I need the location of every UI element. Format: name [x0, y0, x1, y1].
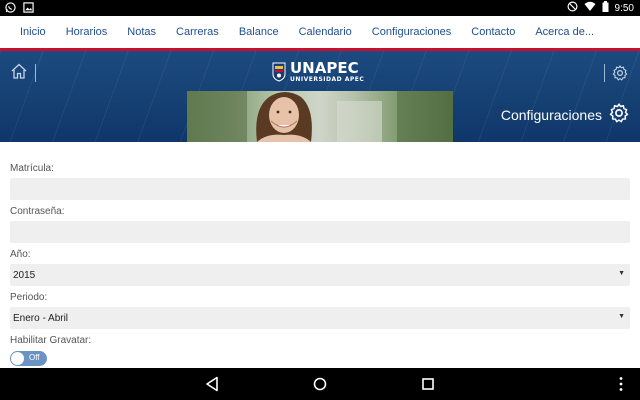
period-value: Enero - Abril: [13, 312, 69, 324]
banner-photo: [187, 91, 453, 142]
battery-icon: [602, 1, 609, 15]
matricula-input[interactable]: [13, 178, 630, 200]
unapec-logo: UNAPEC UNIVERSIDAD APEC: [272, 59, 372, 85]
nav-item-carreras[interactable]: Carreras: [166, 26, 229, 38]
nav-item-acerca[interactable]: Acerca de...: [525, 26, 604, 38]
home-divider: [35, 64, 36, 82]
nav-item-configuraciones[interactable]: Configuraciones: [362, 26, 462, 38]
page-title: Configuraciones: [500, 102, 630, 129]
nav-item-contacto[interactable]: Contacto: [461, 26, 525, 38]
password-input[interactable]: [13, 221, 630, 243]
do-not-disturb-icon: [567, 1, 578, 15]
gravatar-label: Habilitar Gravatar:: [10, 335, 92, 346]
settings-gear-icon: [608, 102, 630, 129]
home-button[interactable]: [10, 63, 36, 83]
page-header: UNAPEC UNIVERSIDAD APEC Configuraciones: [0, 51, 640, 142]
wifi-icon: [584, 1, 596, 15]
logo-title: UNAPEC: [290, 59, 359, 77]
page-title-text: Configuraciones: [500, 107, 602, 123]
system-nav-bar: [0, 368, 640, 400]
recents-icon[interactable]: [421, 376, 435, 397]
nav-item-calendario[interactable]: Calendario: [289, 26, 362, 38]
settings-divider: [604, 64, 605, 82]
year-label: Año:: [10, 249, 31, 260]
status-bar: 9:50: [0, 0, 640, 16]
nav-item-horarios[interactable]: Horarios: [56, 26, 118, 38]
password-field[interactable]: [10, 221, 630, 243]
period-label: Periodo:: [10, 292, 48, 303]
more-icon[interactable]: [618, 376, 624, 397]
period-select[interactable]: Enero - Abril ▼: [10, 307, 630, 329]
nav-item-notas[interactable]: Notas: [117, 26, 166, 38]
toggle-knob: [11, 352, 24, 365]
nav-item-inicio[interactable]: Inicio: [10, 26, 56, 38]
gear-icon: [611, 64, 629, 87]
home-icon: [10, 63, 28, 84]
year-value: 2015: [13, 269, 36, 281]
toggle-state-label: Off: [29, 353, 40, 362]
settings-button[interactable]: [604, 63, 630, 83]
gravatar-toggle[interactable]: Off: [10, 351, 47, 366]
clock: 9:50: [614, 2, 634, 14]
password-label: Contraseña:: [10, 206, 65, 217]
app-screen: 9:50 Inicio Horarios Notas Carreras Bala…: [0, 0, 640, 400]
back-icon[interactable]: [205, 376, 219, 397]
university-crest-icon: [272, 62, 286, 82]
home-circle-icon[interactable]: [313, 376, 327, 397]
image-icon: [23, 2, 34, 16]
year-select[interactable]: 2015 ▼: [10, 264, 630, 286]
logo-subtitle: UNIVERSIDAD APEC: [290, 76, 365, 83]
nav-item-balance[interactable]: Balance: [229, 26, 289, 38]
main-nav: Inicio Horarios Notas Carreras Balance C…: [0, 16, 640, 51]
whatsapp-icon: [5, 2, 16, 16]
year-dropdown-arrow-icon: ▼: [618, 270, 625, 277]
matricula-label: Matrícula:: [10, 163, 54, 174]
period-dropdown-arrow-icon: ▼: [618, 313, 625, 320]
matricula-field[interactable]: [10, 178, 630, 200]
settings-form: Matrícula: Contraseña: Año: 2015 ▼ Perio…: [0, 142, 640, 368]
